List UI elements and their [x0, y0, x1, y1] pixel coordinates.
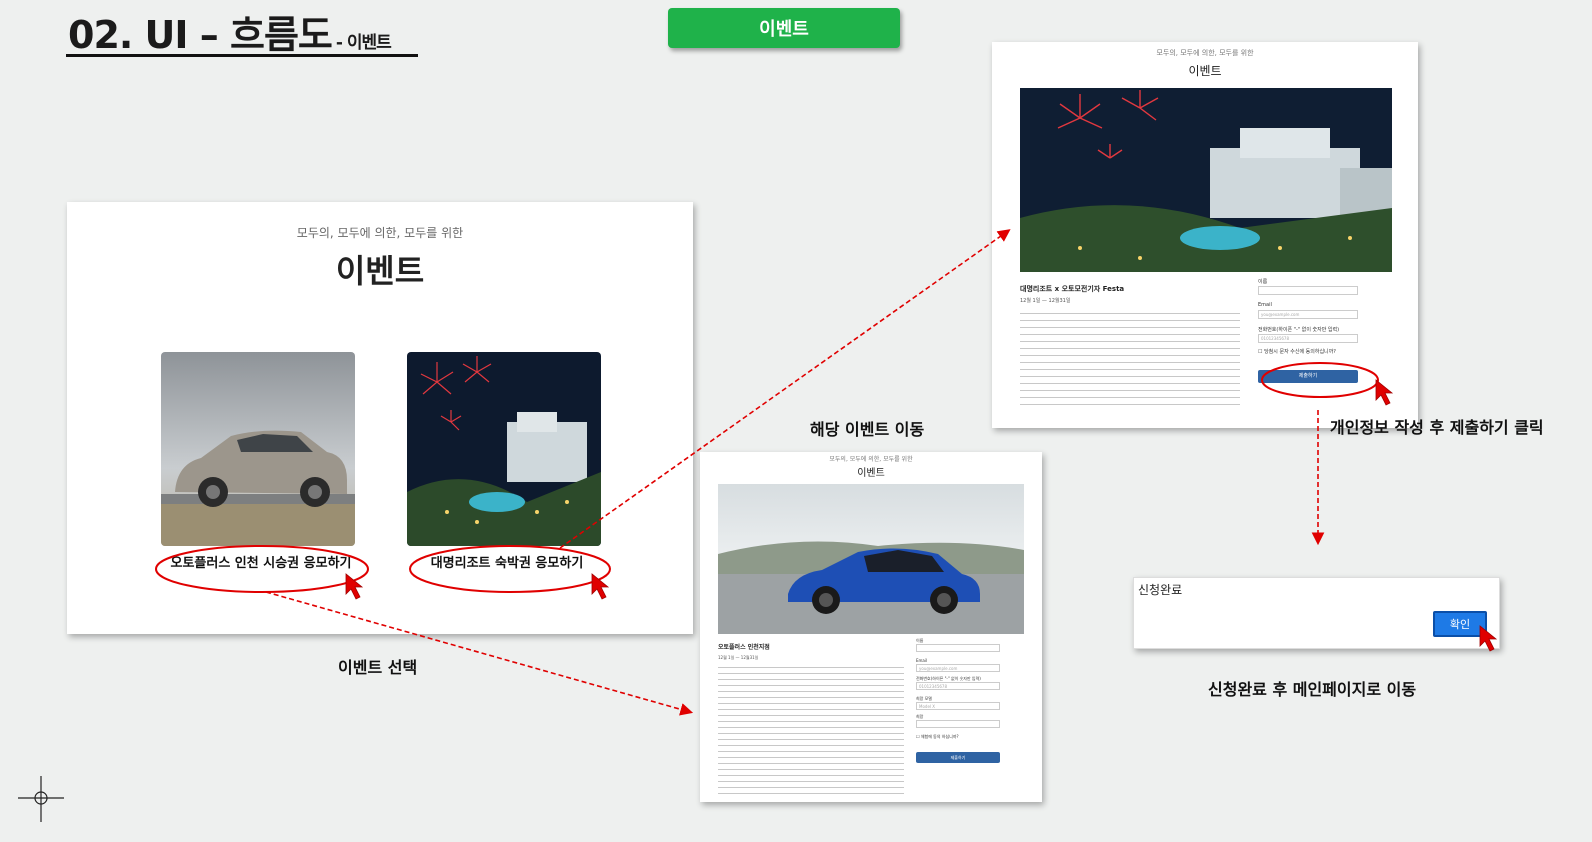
cursor-icon-2	[591, 573, 610, 600]
car-event-highlight	[155, 545, 369, 593]
flow-annotations	[18, 229, 1498, 822]
cursor-icon-3	[1375, 379, 1394, 406]
flow-arrow-resort	[559, 229, 1011, 549]
submit-highlight	[1261, 362, 1379, 398]
resort-event-highlight	[409, 545, 611, 593]
crosshair-icon	[18, 776, 64, 822]
flow-arrow-car	[265, 591, 694, 716]
cursor-icon-4	[1479, 625, 1498, 652]
